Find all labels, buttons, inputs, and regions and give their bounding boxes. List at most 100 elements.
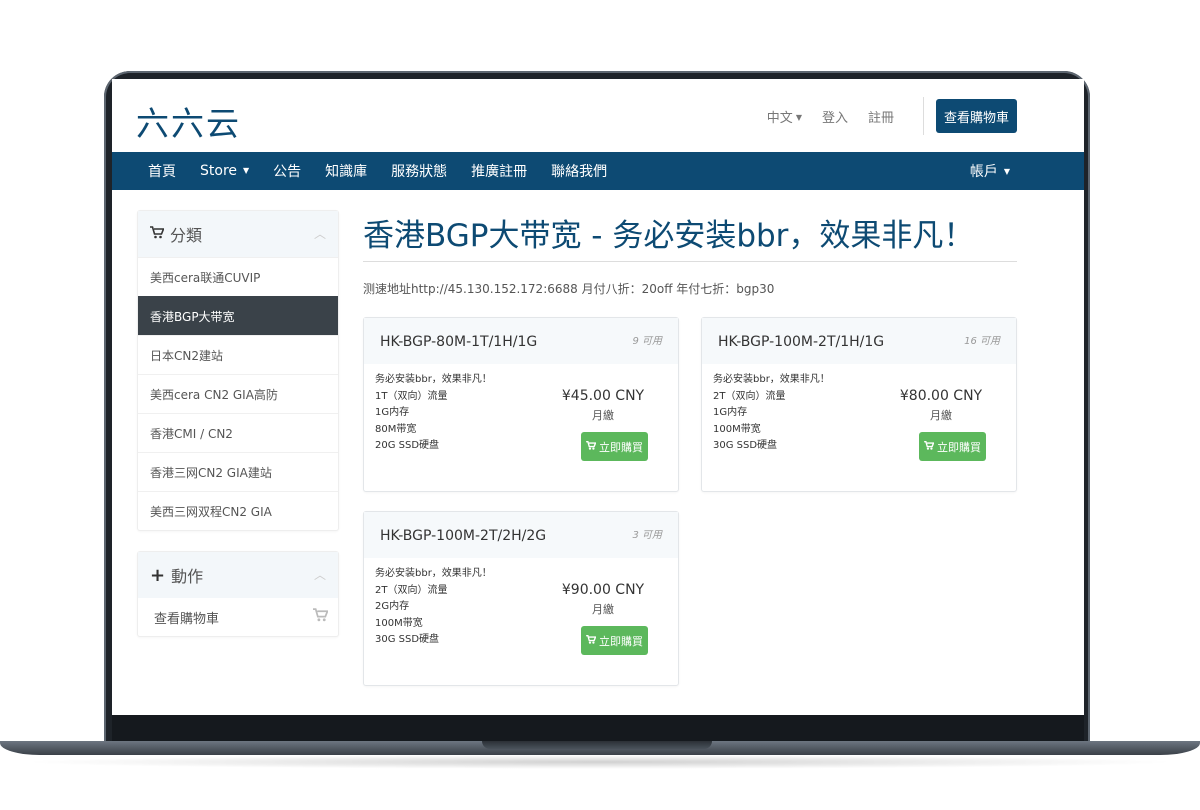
product-feature: 务必安装bbr，效果非凡！: [713, 374, 830, 385]
action-label: 查看購物車: [154, 611, 220, 627]
cart-icon: [150, 225, 165, 243]
product-feature: 1G内存: [375, 407, 410, 418]
laptop-notch: [482, 741, 712, 749]
product-price: ¥90.00 CNY: [561, 582, 645, 598]
nav-item-label: 公告: [273, 164, 302, 180]
caret-down-icon: ▼: [1003, 166, 1010, 176]
product-feature: 2T（双向）流量: [375, 584, 448, 596]
nav-item-4[interactable]: 服務狀態: [379, 161, 459, 181]
category-item[interactable]: 美西cera CN2 GIA高防: [138, 374, 338, 413]
category-list: 美西cera联通CUVIP 香港BGP大带宽 日本CN2建站 美西cera CN2 G…: [138, 257, 338, 530]
page-subtitle: 测速地址http://45.130.152.172:6688 月付八折：20of…: [363, 282, 775, 296]
product-card: HK-BGP-100M-2T/1H/1G 16 可用 务必安装bbr，效果非凡！…: [701, 317, 1017, 492]
product-feature: 30G SSD硬盘: [375, 634, 440, 645]
order-now-label: 立即購買: [937, 440, 981, 454]
nav-item-6[interactable]: 聯絡我們: [539, 161, 619, 181]
product-feature: 80M带宽: [375, 423, 417, 435]
site-header: 六六云 中文 ▼ 登入 註冊 查看購物車: [112, 79, 1084, 152]
product-header: HK-BGP-100M-2T/2H/2G 3 可用: [364, 512, 678, 558]
sidebar: 分類 ︿ 美西cera联通CUVIP 香港BGP大带宽 日本CN2建站 美西cera …: [137, 210, 339, 657]
product-name: HK-BGP-80M-1T/1H/1G: [380, 334, 538, 350]
nav-item-label: 知識庫: [325, 164, 368, 180]
categories-panel: 分類 ︿ 美西cera联通CUVIP 香港BGP大带宽 日本CN2建站 美西cera …: [137, 210, 339, 531]
account-label: 帳戶: [969, 164, 998, 180]
product-header: HK-BGP-100M-2T/1H/1G 16 可用: [702, 318, 1016, 364]
product-description: 务必安装bbr，效果非凡！ 1T（双向）流量 1G内存 80M带宽 20G SSD硬盘: [375, 372, 492, 455]
nav-item-label: 服務狀態: [391, 164, 448, 180]
order-now-button[interactable]: 立即購買: [581, 432, 648, 461]
product-feature: 100M带宽: [713, 423, 761, 435]
language-selector[interactable]: 中文 ▼: [767, 107, 802, 126]
product-price: ¥45.00 CNY: [561, 388, 645, 404]
nav-item-label: 推廣註冊: [471, 164, 528, 180]
laptop-bezel: [112, 715, 1084, 741]
nav-item-2[interactable]: 公告: [261, 161, 313, 181]
product-stock: 9 可用: [632, 336, 662, 347]
product-name: HK-BGP-100M-2T/1H/1G: [718, 334, 885, 350]
nav-item-0[interactable]: 首頁: [136, 161, 188, 181]
product-feature: 2G内存: [375, 601, 410, 612]
main-content: 香港BGP大带宽 - 务必安装bbr，效果非凡！ 测速地址http://45.1…: [363, 210, 1017, 697]
product-feature: 1G内存: [713, 407, 748, 418]
category-item[interactable]: 美西三网双程CN2 GIA: [138, 491, 338, 530]
nav-item-3[interactable]: 知識庫: [313, 161, 379, 181]
category-item[interactable]: 香港CMI / CN2: [138, 413, 338, 452]
actions-panel: + 動作 ︿ 查看購物車: [137, 551, 339, 637]
product-feature: 1T（双向）流量: [375, 390, 448, 402]
actions-header[interactable]: + 動作 ︿: [138, 552, 338, 598]
categories-title: 分類: [170, 226, 203, 245]
cart-icon: [586, 440, 597, 453]
caret-down-icon: ▼: [795, 113, 802, 122]
chevron-up-icon[interactable]: ︿: [314, 566, 326, 583]
category-item[interactable]: 美西cera联通CUVIP: [138, 257, 338, 296]
nav-item-label: 首頁: [148, 164, 176, 180]
product-feature: 务必安装bbr，效果非凡！: [375, 374, 492, 385]
register-link[interactable]: 註冊: [868, 107, 894, 126]
nav-items: 首頁 Store ▼ 公告 知識庫 服務狀態 推廣註冊 聯絡我們: [136, 152, 619, 190]
product-header: HK-BGP-80M-1T/1H/1G 9 可用: [364, 318, 678, 364]
login-link[interactable]: 登入: [822, 107, 848, 126]
chevron-up-icon[interactable]: ︿: [314, 225, 326, 242]
product-feature: 务必安装bbr，效果非凡！: [375, 568, 492, 579]
order-now-label: 立即購買: [599, 634, 643, 648]
cart-icon: [313, 608, 329, 626]
language-label: 中文: [766, 111, 793, 126]
product-pricing: ¥90.00 CNY 月繳: [550, 582, 680, 617]
caret-down-icon: ▼: [243, 166, 250, 175]
product-feature: 20G SSD硬盘: [375, 440, 440, 451]
category-item[interactable]: 香港三网CN2 GIA建站: [138, 452, 338, 491]
nav-account-menu[interactable]: 帳戶 ▼: [970, 152, 1010, 190]
product-card: HK-BGP-100M-2T/2H/2G 3 可用 务必安装bbr，效果非凡！ 2…: [363, 511, 679, 686]
product-pricing: ¥80.00 CNY 月繳: [888, 388, 1018, 423]
product-feature: 30G SSD硬盘: [713, 440, 778, 451]
product-price: ¥80.00 CNY: [899, 388, 983, 404]
category-item[interactable]: 香港BGP大带宽: [138, 296, 338, 335]
category-item[interactable]: 日本CN2建站: [138, 335, 338, 374]
product-description: 务必安装bbr，效果非凡！ 2T（双向）流量 1G内存 100M带宽 30G SSD硬盘: [713, 372, 830, 455]
billing-cycle: 月繳: [592, 409, 614, 422]
nav-item-5[interactable]: 推廣註冊: [459, 161, 539, 181]
plus-icon: +: [150, 564, 166, 586]
product-description: 务必安装bbr，效果非凡！ 2T（双向）流量 2G内存 100M带宽 30G SSD硬盘: [375, 566, 492, 649]
order-now-button[interactable]: 立即購買: [581, 626, 648, 655]
action-view-cart[interactable]: 查看購物車: [138, 598, 338, 636]
order-now-button[interactable]: 立即購買: [919, 432, 986, 461]
browser-screen: 六六云 中文 ▼ 登入 註冊 查看購物車 首頁 Store ▼ 公告 知識庫 服務狀態 推廣註…: [112, 79, 1084, 715]
product-feature: 2T（双向）流量: [713, 390, 786, 402]
actions-title: 動作: [171, 567, 204, 586]
categories-header[interactable]: 分類 ︿: [138, 211, 338, 257]
cart-icon: [586, 634, 597, 647]
main-nav: 首頁 Store ▼ 公告 知識庫 服務狀態 推廣註冊 聯絡我們 帳戶 ▼: [112, 152, 1084, 190]
header-divider: [923, 97, 924, 135]
nav-item-label: 聯絡我們: [551, 164, 608, 180]
view-cart-button[interactable]: 查看購物車: [936, 99, 1017, 133]
product-pricing: ¥45.00 CNY 月繳: [550, 388, 680, 423]
page-title: 香港BGP大带宽 - 务必安装bbr，效果非凡！: [363, 210, 1017, 262]
nav-item-1[interactable]: Store ▼: [188, 163, 261, 179]
nav-item-label: Store: [200, 163, 238, 179]
billing-cycle: 月繳: [930, 409, 952, 422]
product-stock: 3 可用: [632, 530, 662, 541]
product-card: HK-BGP-80M-1T/1H/1G 9 可用 务必安装bbr，效果非凡！ 1T…: [363, 317, 679, 492]
site-logo[interactable]: 六六云: [136, 97, 241, 145]
product-name: HK-BGP-100M-2T/2H/2G: [380, 528, 547, 544]
